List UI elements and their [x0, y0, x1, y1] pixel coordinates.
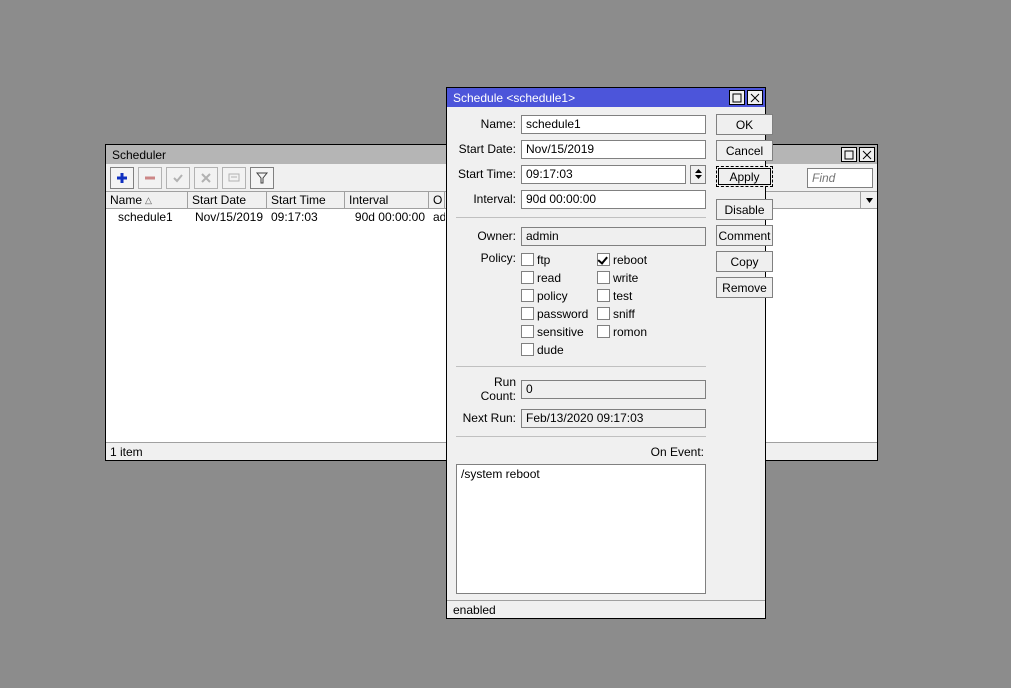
cancel-button[interactable]: Cancel: [716, 140, 773, 161]
column-header-owner-trunc[interactable]: O: [429, 192, 445, 208]
label-name: Name:: [456, 117, 516, 131]
ok-button[interactable]: OK: [716, 114, 773, 135]
owner-display: [521, 227, 706, 246]
name-input[interactable]: [521, 115, 706, 134]
label-start-time: Start Time:: [456, 167, 516, 181]
policy-read[interactable]: read: [521, 269, 595, 286]
add-button[interactable]: [110, 167, 134, 189]
column-header-interval[interactable]: Interval: [345, 192, 429, 208]
copy-button[interactable]: Copy: [716, 251, 773, 272]
policy-romon[interactable]: romon: [597, 323, 667, 340]
disable-button[interactable]: [194, 167, 218, 189]
start-time-input[interactable]: [521, 165, 686, 184]
interval-input[interactable]: [521, 190, 706, 209]
comment-button[interactable]: Comment: [716, 225, 773, 246]
on-event-textarea[interactable]: [456, 464, 706, 594]
columns-dropdown[interactable]: [860, 192, 877, 208]
policy-write[interactable]: write: [597, 269, 667, 286]
schedule-dialog-statusbar: enabled: [447, 600, 765, 618]
policy-test[interactable]: test: [597, 287, 667, 304]
policy-password[interactable]: password: [521, 305, 595, 322]
remove-button[interactable]: Remove: [716, 277, 773, 298]
label-run-count: Run Count:: [456, 375, 516, 403]
start-time-spinner[interactable]: [690, 165, 706, 184]
label-interval: Interval:: [456, 192, 516, 206]
policy-policy[interactable]: policy: [521, 287, 595, 304]
schedule-dialog-title: Schedule <schedule1>: [453, 91, 729, 105]
policy-reboot[interactable]: reboot: [597, 251, 667, 268]
enable-button[interactable]: [166, 167, 190, 189]
label-start-date: Start Date:: [456, 142, 516, 156]
policy-grid: ftp reboot read write policy test passwo…: [521, 251, 667, 358]
label-owner: Owner:: [456, 229, 516, 243]
policy-dude[interactable]: dude: [521, 341, 595, 358]
close-icon[interactable]: [747, 90, 763, 105]
filter-button[interactable]: [250, 167, 274, 189]
schedule-dialog: Schedule <schedule1> Name: Start Date: S…: [446, 87, 766, 619]
remove-button[interactable]: [138, 167, 162, 189]
schedule-dialog-titlebar[interactable]: Schedule <schedule1>: [447, 88, 765, 107]
disable-button[interactable]: Disable: [716, 199, 773, 220]
label-next-run: Next Run:: [456, 411, 516, 425]
close-icon[interactable]: [859, 147, 875, 162]
policy-ftp[interactable]: ftp: [521, 251, 595, 268]
minimize-icon[interactable]: [729, 90, 745, 105]
policy-sniff[interactable]: sniff: [597, 305, 667, 322]
column-header-name[interactable]: Name △: [106, 192, 188, 208]
minimize-icon[interactable]: [841, 147, 857, 162]
column-header-start-time[interactable]: Start Time: [267, 192, 345, 208]
next-run-display: [521, 409, 706, 428]
label-policy: Policy:: [456, 251, 516, 265]
comment-button[interactable]: [222, 167, 246, 189]
policy-sensitive[interactable]: sensitive: [521, 323, 595, 340]
label-on-event: On Event:: [456, 445, 706, 459]
column-header-start-date[interactable]: Start Date: [188, 192, 267, 208]
sort-indicator-icon: △: [145, 195, 152, 206]
find-input[interactable]: [807, 168, 873, 188]
apply-button[interactable]: Apply: [716, 166, 773, 187]
dialog-buttons: OK Cancel Apply Disable Comment Copy Rem…: [716, 114, 773, 594]
start-date-input[interactable]: [521, 140, 706, 159]
run-count-display: [521, 380, 706, 399]
schedule-form: Name: Start Date: Start Time: Interval:: [456, 114, 706, 594]
